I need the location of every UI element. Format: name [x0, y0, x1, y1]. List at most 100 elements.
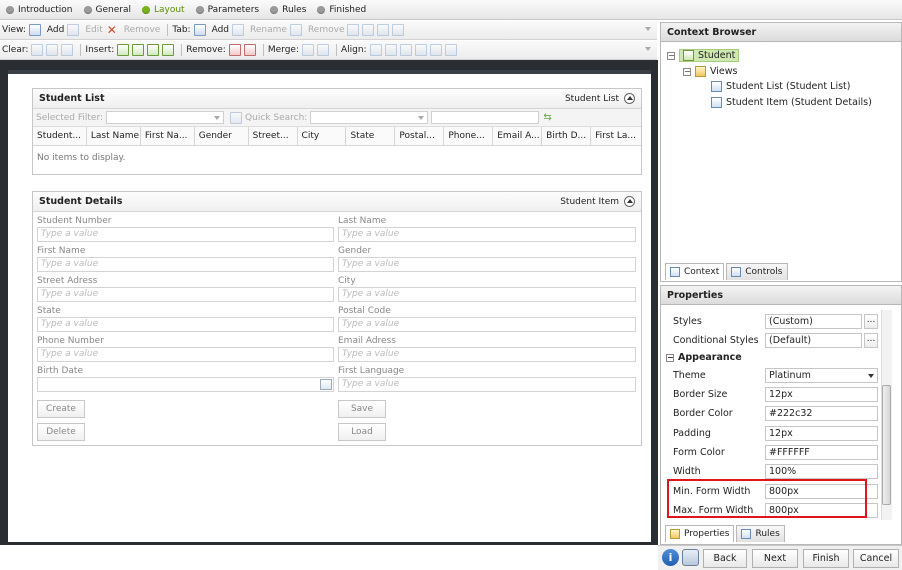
- column-header[interactable]: Birth D...: [542, 127, 592, 145]
- tab-controls[interactable]: Controls: [726, 263, 788, 280]
- tab-tool-icon[interactable]: [377, 24, 390, 36]
- save-button[interactable]: Save: [338, 400, 386, 418]
- scrollbar-thumb[interactable]: [882, 385, 891, 505]
- filter-select[interactable]: [106, 111, 225, 124]
- delete-button[interactable]: Delete: [37, 423, 85, 441]
- tree-node-student[interactable]: − Student: [667, 49, 740, 62]
- first-language-input[interactable]: Type a value: [338, 377, 636, 392]
- email-address-input[interactable]: Type a value: [338, 347, 636, 362]
- form-color-input[interactable]: #FFFFFF: [765, 445, 878, 460]
- next-button[interactable]: Next: [752, 549, 798, 568]
- first-name-input[interactable]: Type a value: [37, 257, 334, 272]
- edit-view-button[interactable]: Edit: [85, 25, 102, 35]
- birth-date-input[interactable]: [37, 377, 334, 392]
- align-middle-icon[interactable]: [429, 44, 442, 56]
- column-header[interactable]: Last Name: [87, 127, 141, 145]
- styles-value[interactable]: (Custom): [765, 314, 862, 329]
- create-button[interactable]: Create: [37, 400, 85, 418]
- align-top-icon[interactable]: [414, 44, 427, 56]
- ellipsis-button[interactable]: ...: [864, 314, 878, 329]
- edit-view-icon[interactable]: [67, 24, 80, 36]
- merge-icon[interactable]: [301, 44, 314, 56]
- column-header[interactable]: Email A...: [493, 127, 543, 145]
- remove-row-icon[interactable]: [243, 44, 256, 56]
- step-parameters[interactable]: Parameters: [195, 5, 259, 15]
- insert-column-icon[interactable]: [132, 44, 145, 56]
- quick-search-field-select[interactable]: [310, 111, 429, 124]
- column-header[interactable]: First Na...: [141, 127, 195, 145]
- column-header[interactable]: State: [346, 127, 396, 145]
- tree-node-student-list[interactable]: Student List (Student List): [711, 81, 850, 92]
- tab-properties[interactable]: Properties: [665, 525, 735, 542]
- step-general[interactable]: General: [83, 5, 131, 15]
- border-color-input[interactable]: #222c32: [765, 406, 878, 421]
- info-icon[interactable]: i: [662, 549, 679, 566]
- street-address-input[interactable]: Type a value: [37, 287, 334, 302]
- toolbar-expand-icon[interactable]: [645, 27, 651, 31]
- calendar-icon[interactable]: [320, 379, 332, 390]
- align-bottom-icon[interactable]: [444, 44, 457, 56]
- column-header[interactable]: Gender: [195, 127, 249, 145]
- collapse-node-icon[interactable]: −: [667, 51, 675, 60]
- column-header[interactable]: Phone...: [444, 127, 494, 145]
- insert-row-icon[interactable]: [147, 44, 160, 56]
- last-name-input[interactable]: Type a value: [338, 227, 636, 242]
- collapse-icon[interactable]: [624, 93, 635, 104]
- add-tab-button[interactable]: Add: [212, 25, 229, 35]
- tree-node-student-item[interactable]: Student Item (Student Details): [711, 97, 872, 108]
- step-rules[interactable]: Rules: [270, 5, 306, 15]
- column-header[interactable]: Postal...: [395, 127, 445, 145]
- refresh-icon[interactable]: ⇆: [543, 112, 551, 123]
- tab-context[interactable]: Context: [665, 263, 725, 280]
- rename-tab-icon[interactable]: [232, 24, 245, 36]
- city-input[interactable]: Type a value: [338, 287, 636, 302]
- remove-x-icon[interactable]: ✕: [106, 24, 118, 36]
- postal-code-input[interactable]: Type a value: [338, 317, 636, 332]
- column-header[interactable]: First La...: [591, 127, 641, 145]
- remove-column-icon[interactable]: [228, 44, 241, 56]
- collapse-node-icon[interactable]: −: [683, 67, 691, 76]
- step-introduction[interactable]: Introduction: [6, 5, 73, 15]
- align-center-icon[interactable]: [384, 44, 397, 56]
- merge-icon[interactable]: [316, 44, 329, 56]
- tab-rules[interactable]: Rules: [736, 525, 785, 542]
- add-view-icon[interactable]: [28, 24, 41, 36]
- clear-icon[interactable]: [46, 44, 59, 56]
- collapse-icon[interactable]: [624, 196, 635, 207]
- step-finished[interactable]: Finished: [317, 5, 366, 15]
- width-input[interactable]: 100%: [765, 464, 878, 479]
- state-input[interactable]: Type a value: [37, 317, 334, 332]
- student-number-input[interactable]: Type a value: [37, 227, 334, 242]
- tab-tool-icon[interactable]: [347, 24, 360, 36]
- quick-search-input[interactable]: [431, 111, 540, 124]
- remove-tab-button[interactable]: Remove: [308, 25, 345, 35]
- toolbar-expand-icon[interactable]: [645, 47, 651, 51]
- theme-select[interactable]: Platinum: [765, 368, 878, 383]
- add-view-button[interactable]: Add: [47, 25, 64, 35]
- gender-input[interactable]: Type a value: [338, 257, 636, 272]
- collapse-category-icon[interactable]: −: [666, 353, 674, 362]
- remove-view-button[interactable]: Remove: [124, 25, 161, 35]
- border-size-input[interactable]: 12px: [765, 387, 878, 402]
- tab-tool-icon[interactable]: [392, 24, 405, 36]
- clear-icon[interactable]: [61, 44, 74, 56]
- cancel-button[interactable]: Cancel: [853, 549, 899, 568]
- category-appearance[interactable]: − Appearance: [666, 352, 742, 363]
- back-button[interactable]: Back: [703, 549, 747, 568]
- insert-row-icon[interactable]: [162, 44, 175, 56]
- step-layout[interactable]: Layout: [141, 5, 185, 15]
- rename-tab-button[interactable]: Rename: [250, 25, 287, 35]
- finish-button[interactable]: Finish: [803, 549, 849, 568]
- remove-tab-icon[interactable]: [289, 24, 302, 36]
- phone-number-input[interactable]: Type a value: [37, 347, 334, 362]
- load-button[interactable]: Load: [338, 423, 386, 441]
- ellipsis-button[interactable]: ...: [864, 333, 878, 348]
- insert-column-icon[interactable]: [117, 44, 130, 56]
- clear-icon[interactable]: [31, 44, 44, 56]
- tab-tool-icon[interactable]: [362, 24, 375, 36]
- column-header[interactable]: Street...: [249, 127, 298, 145]
- conditional-styles-value[interactable]: (Default): [765, 333, 862, 348]
- add-tab-icon[interactable]: [193, 24, 206, 36]
- padding-input[interactable]: 12px: [765, 426, 878, 441]
- column-header[interactable]: Student...: [33, 127, 87, 145]
